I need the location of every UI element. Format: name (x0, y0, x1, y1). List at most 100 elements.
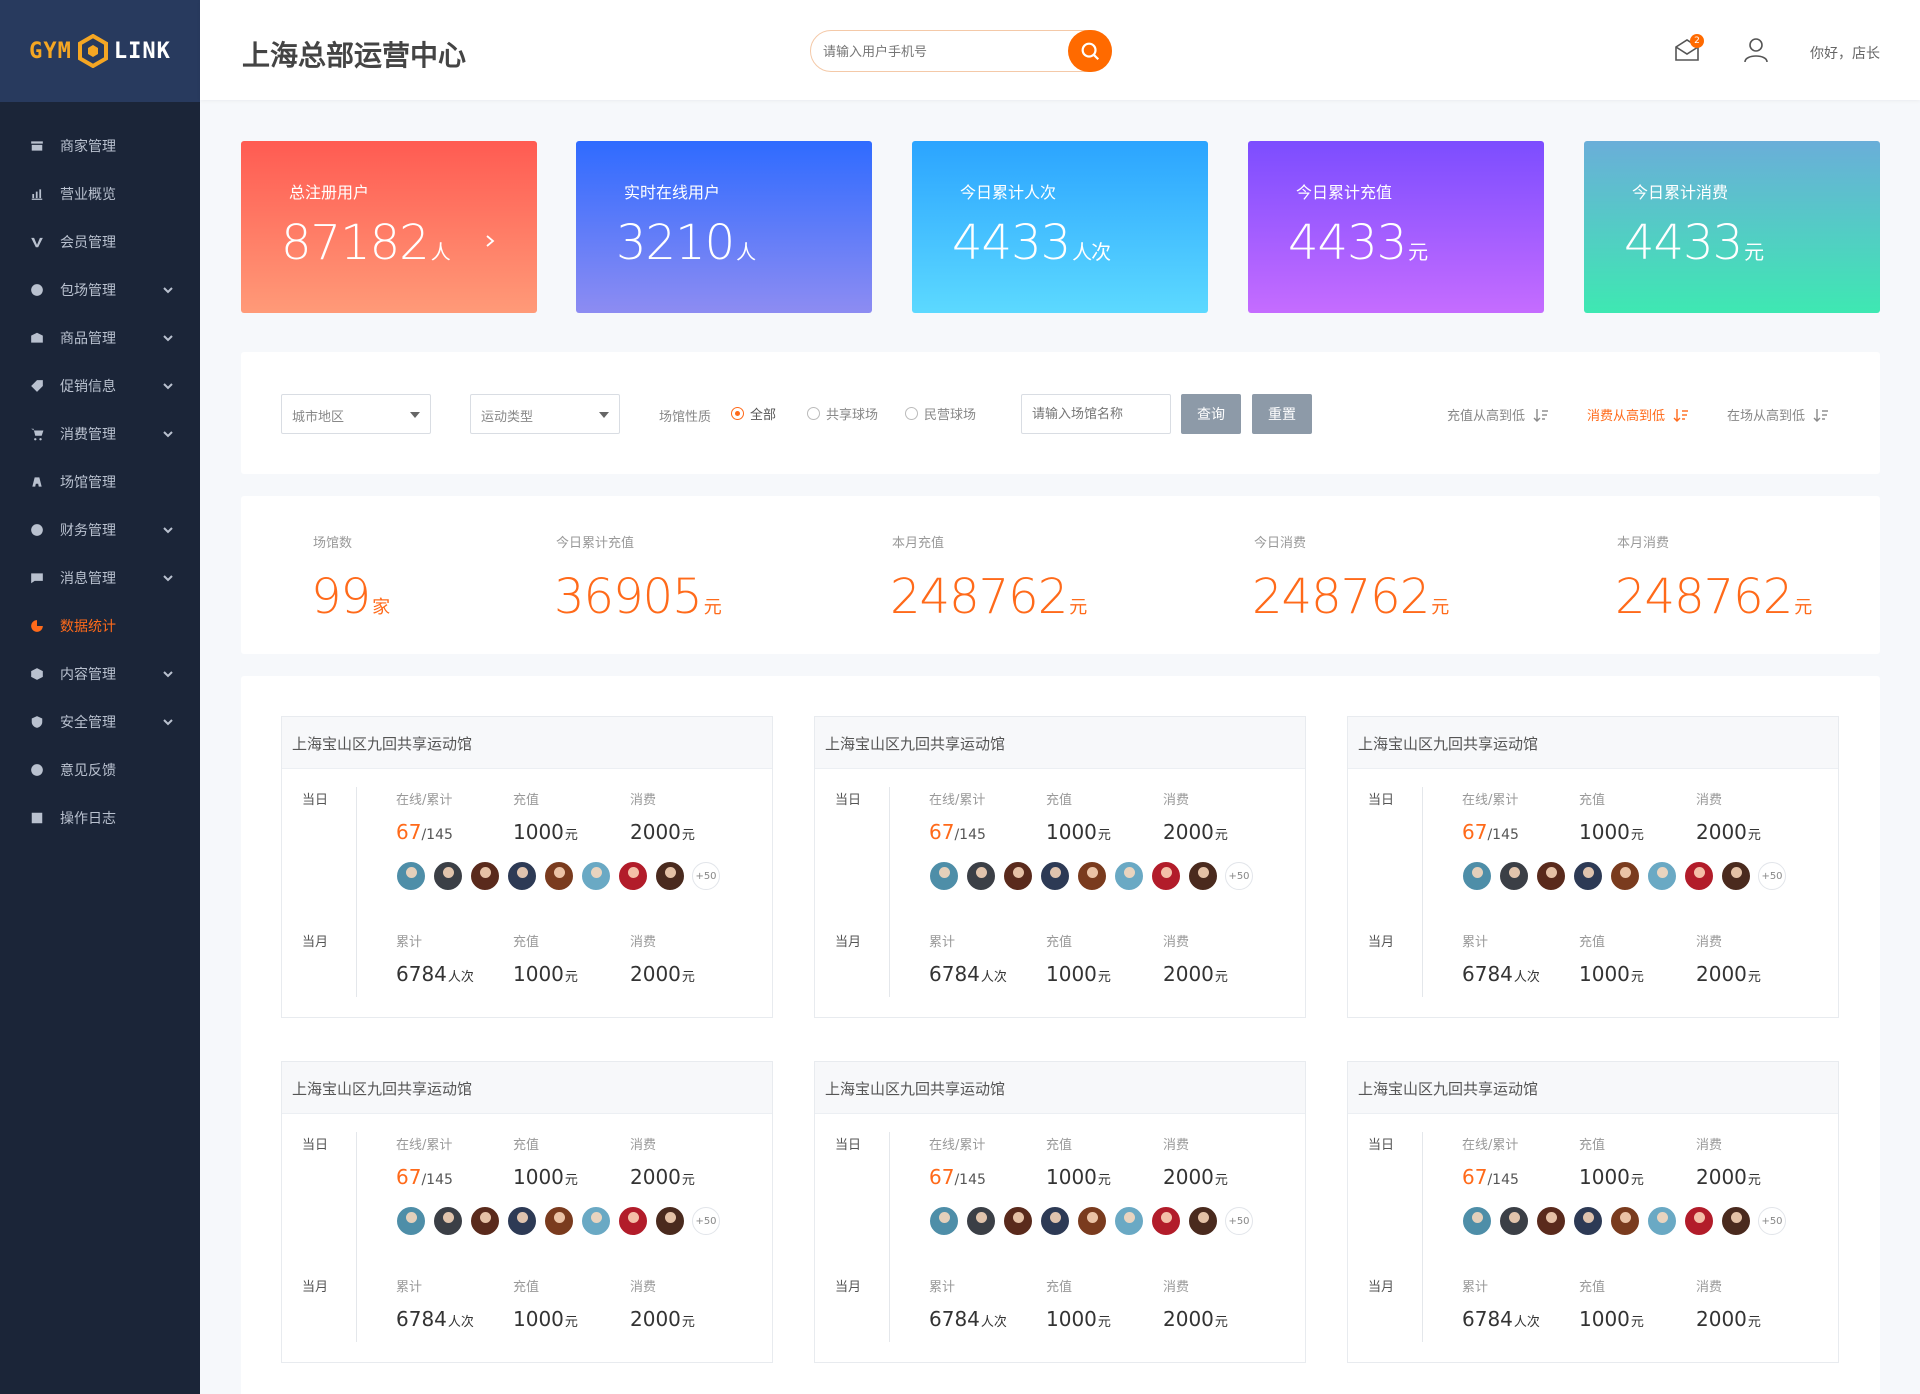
user-avatar[interactable] (1462, 1206, 1492, 1236)
sidebar-item-10[interactable]: 数据统计 (0, 602, 200, 650)
radio-option-2[interactable]: 民营球场 (905, 404, 976, 423)
user-avatar[interactable] (1114, 1206, 1144, 1236)
user-avatar[interactable] (544, 1206, 574, 1236)
user-avatar[interactable] (1721, 1206, 1751, 1236)
venue-card[interactable]: 上海宝山区九回共享运动馆 当日 当月 在线/累计 67/145 充值 1000元 消费 2000… (281, 1061, 773, 1363)
user-avatar[interactable] (470, 861, 500, 891)
user-avatar[interactable] (470, 1206, 500, 1236)
chevron-right-icon[interactable] (483, 233, 497, 247)
more-avatars-badge[interactable]: +50 (1758, 862, 1786, 890)
user-avatar[interactable] (396, 861, 426, 891)
sidebar-item-6[interactable]: 消费管理 (0, 410, 200, 458)
user-avatar[interactable] (396, 1206, 426, 1236)
user-avatar[interactable] (655, 861, 685, 891)
user-avatar[interactable] (1114, 861, 1144, 891)
sidebar-item-13[interactable]: 意见反馈 (0, 746, 200, 794)
user-avatar[interactable] (1684, 1206, 1714, 1236)
user-avatar[interactable] (433, 861, 463, 891)
phone-search-input[interactable] (823, 41, 1063, 63)
brand-logo[interactable]: GYM LINK (0, 0, 200, 102)
user-avatar[interactable] (581, 861, 611, 891)
sidebar-item-9[interactable]: 消息管理 (0, 554, 200, 602)
user-avatar[interactable] (1536, 861, 1566, 891)
user-avatar[interactable] (1040, 861, 1070, 891)
radio-option-1[interactable]: 共享球场 (807, 404, 878, 423)
search-button[interactable] (1068, 30, 1112, 72)
user-avatar[interactable] (929, 1206, 959, 1236)
sidebar-item-11[interactable]: 内容管理 (0, 650, 200, 698)
more-avatars-badge[interactable]: +50 (692, 862, 720, 890)
page-title: 上海总部运营中心 (242, 39, 467, 72)
reset-button[interactable]: 重置 (1252, 394, 1312, 434)
user-avatar[interactable] (1647, 861, 1677, 891)
sidebar-item-14[interactable]: 操作日志 (0, 794, 200, 842)
sort-option-1[interactable]: 消费从高到低 (1587, 405, 1689, 424)
sidebar-item-3[interactable]: 包场管理 (0, 266, 200, 314)
user-avatar[interactable] (1003, 1206, 1033, 1236)
user-avatar[interactable] (544, 861, 574, 891)
sidebar-item-12[interactable]: 安全管理 (0, 698, 200, 746)
user-avatar[interactable] (1040, 1206, 1070, 1236)
user-avatar[interactable] (618, 861, 648, 891)
user-avatar[interactable] (433, 1206, 463, 1236)
kpi-card-0[interactable]: 总注册用户 87182 人 (241, 141, 537, 313)
city-select[interactable]: 城市地区 (281, 394, 431, 434)
user-avatar[interactable] (1003, 861, 1033, 891)
more-avatars-badge[interactable]: +50 (1225, 862, 1253, 890)
more-avatars-badge[interactable]: +50 (692, 1207, 720, 1235)
venue-card[interactable]: 上海宝山区九回共享运动馆 当日 当月 在线/累计 67/145 充值 1000元 消费 2000… (1347, 1061, 1839, 1363)
user-avatar[interactable] (581, 1206, 611, 1236)
user-avatar[interactable] (1536, 1206, 1566, 1236)
user-avatar[interactable] (966, 861, 996, 891)
sidebar-item-7[interactable]: 场馆管理 (0, 458, 200, 506)
user-avatar[interactable] (1077, 1206, 1107, 1236)
user-avatar[interactable] (1647, 1206, 1677, 1236)
user-avatar[interactable] (929, 861, 959, 891)
user-avatar[interactable] (966, 1206, 996, 1236)
sidebar-item-0[interactable]: 商家管理 (0, 122, 200, 170)
user-avatar[interactable] (1499, 861, 1529, 891)
user-avatar[interactable] (1610, 1206, 1640, 1236)
user-avatar[interactable] (1151, 1206, 1181, 1236)
user-avatar[interactable] (1610, 861, 1640, 891)
user-avatar[interactable] (1721, 861, 1751, 891)
user-avatar[interactable] (1151, 861, 1181, 891)
user-avatar[interactable] (1573, 861, 1603, 891)
unit: 元 (1214, 1173, 1228, 1188)
query-button[interactable]: 查询 (1181, 394, 1241, 434)
venue-card[interactable]: 上海宝山区九回共享运动馆 当日 当月 在线/累计 67/145 充值 1000元 消费 2000… (814, 716, 1306, 1018)
user-avatar[interactable] (1077, 861, 1107, 891)
user-avatar[interactable] (1573, 1206, 1603, 1236)
user-avatar[interactable] (1462, 861, 1492, 891)
sidebar-item-1[interactable]: 营业概览 (0, 170, 200, 218)
user-avatar[interactable] (507, 1206, 537, 1236)
sort-option-0[interactable]: 充值从高到低 (1447, 405, 1549, 424)
user-avatar[interactable] (1188, 861, 1218, 891)
total-value: 6784 (929, 962, 980, 986)
sport-select[interactable]: 运动类型 (470, 394, 620, 434)
today-online-stat: 在线/累计 67/145 (929, 1134, 986, 1189)
stat-label: 在线/累计 (396, 793, 453, 808)
sidebar-item-5[interactable]: 促销信息 (0, 362, 200, 410)
user-avatar[interactable] (618, 1206, 648, 1236)
sidebar-item-4[interactable]: 商品管理 (0, 314, 200, 362)
user-avatar[interactable] (507, 861, 537, 891)
venue-card[interactable]: 上海宝山区九回共享运动馆 当日 当月 在线/累计 67/145 充值 1000元 消费 2000… (814, 1061, 1306, 1363)
mail-button[interactable]: 2 (1674, 34, 1704, 64)
radio-option-0[interactable]: 全部 (731, 404, 776, 423)
kpi-number: 4433 (1624, 215, 1743, 271)
venue-card[interactable]: 上海宝山区九回共享运动馆 当日 当月 在线/累计 67/145 充值 1000元 消费 2000… (1347, 716, 1839, 1018)
user-avatar[interactable] (1499, 1206, 1529, 1236)
sidebar-item-2[interactable]: 会员管理 (0, 218, 200, 266)
user-button[interactable] (1742, 36, 1770, 64)
chevron-down-icon (162, 380, 174, 392)
user-avatar[interactable] (655, 1206, 685, 1236)
more-avatars-badge[interactable]: +50 (1758, 1207, 1786, 1235)
sidebar-item-8[interactable]: 财务管理 (0, 506, 200, 554)
venue-card[interactable]: 上海宝山区九回共享运动馆 当日 当月 在线/累计 67/145 充值 1000元 消费 2000… (281, 716, 773, 1018)
venue-name-input[interactable] (1021, 394, 1171, 434)
more-avatars-badge[interactable]: +50 (1225, 1207, 1253, 1235)
user-avatar[interactable] (1684, 861, 1714, 891)
user-avatar[interactable] (1188, 1206, 1218, 1236)
sort-option-2[interactable]: 在场从高到低 (1727, 405, 1829, 424)
